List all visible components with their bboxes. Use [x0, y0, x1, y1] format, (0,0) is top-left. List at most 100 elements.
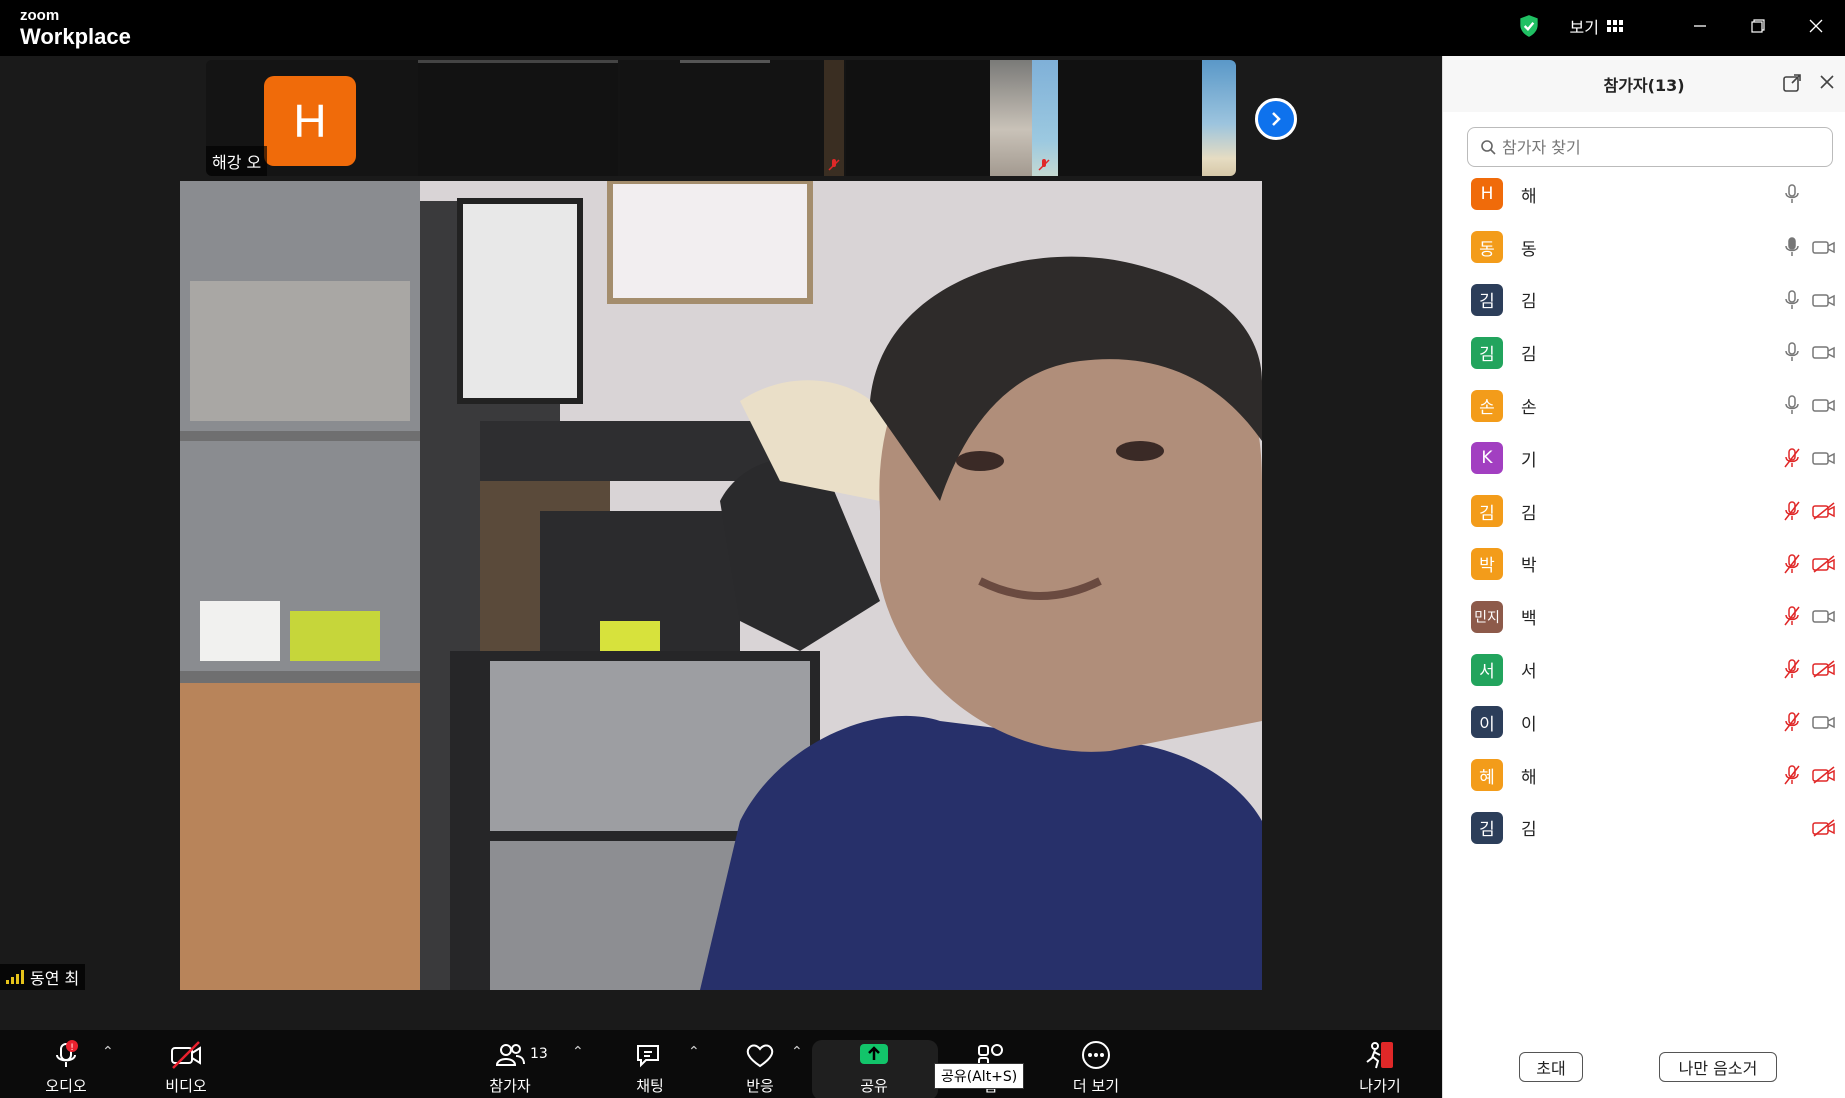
- audio-alert-badge: !: [70, 1043, 74, 1053]
- participants-button[interactable]: 참가자: [480, 1030, 540, 1098]
- microphone-icon[interactable]: [1783, 341, 1801, 363]
- muted-mic-icon[interactable]: [1783, 553, 1801, 575]
- video-off-icon[interactable]: [1812, 660, 1836, 678]
- avatar: 김: [1471, 336, 1503, 369]
- video-off-icon[interactable]: [1812, 818, 1836, 837]
- more-button[interactable]: 더 보기: [1070, 1030, 1122, 1098]
- minimize-icon: [1694, 25, 1706, 27]
- thumbnail-tile[interactable]: [824, 60, 844, 176]
- thumbnail-tile[interactable]: [418, 60, 618, 176]
- participant-row[interactable]: 김김: [1443, 802, 1845, 855]
- participant-name: 서: [1521, 662, 1537, 683]
- participant-row[interactable]: 민지 백: [1443, 590, 1845, 643]
- video-button[interactable]: 비디오: [160, 1030, 212, 1098]
- leave-button[interactable]: 나가기: [1354, 1030, 1406, 1098]
- more-icon: [1082, 1041, 1110, 1069]
- share-tooltip: 공유(Alt+S): [934, 1063, 1025, 1089]
- reactions-button[interactable]: 반응: [734, 1030, 786, 1098]
- participant-name: 김: [1521, 292, 1537, 313]
- restore-button[interactable]: [1729, 0, 1787, 52]
- next-page-button[interactable]: [1255, 98, 1297, 140]
- participant-row[interactable]: 김김: [1443, 274, 1845, 327]
- grid-view-icon: [1607, 20, 1623, 32]
- video-off-icon[interactable]: [1812, 554, 1836, 573]
- participants-options-chevron-icon[interactable]: ⌃: [572, 1044, 584, 1060]
- chat-options-chevron-icon[interactable]: ⌃: [688, 1044, 700, 1060]
- video-label: 비디오: [165, 1077, 207, 1095]
- video-camera-icon[interactable]: [1812, 291, 1836, 309]
- participant-name: 김: [1521, 345, 1537, 366]
- muted-mic-icon[interactable]: [1783, 764, 1801, 786]
- participant-row[interactable]: 김김: [1443, 326, 1845, 379]
- thumbnail-tile[interactable]: [1202, 60, 1236, 176]
- brand-small: zoom: [20, 7, 60, 24]
- audio-button[interactable]: ! 오디오: [40, 1030, 92, 1098]
- search-input[interactable]: [1502, 137, 1822, 157]
- video-camera-icon[interactable]: [1812, 713, 1836, 731]
- participant-search[interactable]: [1467, 127, 1833, 167]
- participant-row[interactable]: 손손: [1443, 379, 1845, 432]
- muted-mic-icon: [828, 159, 840, 171]
- participant-row[interactable]: 이이: [1443, 696, 1845, 749]
- video-off-icon[interactable]: [1812, 502, 1836, 520]
- avatar: 김: [1471, 811, 1503, 844]
- thumbnail-tile[interactable]: [620, 60, 820, 176]
- thumbnail-tile[interactable]: [990, 60, 1032, 176]
- avatar: 박: [1471, 547, 1503, 580]
- participant-list: H 해 동 동 김 김 김 김 손 손 K 기 김 김 박 박 민지 백 서 서 이 이 혜 해 김 김: [1443, 168, 1845, 854]
- muted-mic-icon[interactable]: [1783, 447, 1801, 469]
- microphone-icon: !: [56, 1040, 78, 1067]
- video-camera-icon[interactable]: [1812, 238, 1836, 256]
- meeting-toolbar: ! 오디오 ⌃ 비디오 참가자 13 ⌃ 채팅 ⌃ 반응 ⌃ 공유 더 보기 나…: [0, 1030, 1442, 1098]
- invite-button[interactable]: 초대: [1519, 1052, 1583, 1082]
- video-off-icon[interactable]: [1812, 766, 1836, 784]
- thumbnail-tile[interactable]: [1058, 60, 1202, 176]
- microphone-icon[interactable]: [1783, 289, 1801, 311]
- shield-check-icon[interactable]: [1516, 13, 1542, 39]
- muted-mic-icon[interactable]: [1783, 711, 1801, 733]
- participant-row[interactable]: 김김: [1443, 485, 1845, 538]
- thumbnail-tile[interactable]: H 해강 오: [206, 60, 416, 176]
- microphone-icon[interactable]: [1783, 394, 1801, 416]
- search-icon: [1481, 140, 1496, 155]
- video-camera-icon[interactable]: [1812, 343, 1836, 361]
- gallery-strip: H 해강 오: [206, 60, 1236, 176]
- chat-button[interactable]: 채팅: [624, 1030, 676, 1098]
- video-camera-icon[interactable]: [1812, 396, 1836, 414]
- video-camera-icon[interactable]: [1812, 607, 1836, 625]
- muted-mic-icon: [1038, 159, 1050, 171]
- participant-row[interactable]: 서서: [1443, 643, 1845, 696]
- reactions-options-chevron-icon[interactable]: ⌃: [791, 1044, 803, 1060]
- participant-row[interactable]: 혜해: [1443, 749, 1845, 802]
- view-button[interactable]: 보기: [1570, 14, 1623, 38]
- chat-icon: [637, 1045, 659, 1068]
- video-camera-icon[interactable]: [1812, 449, 1836, 467]
- title-bar: zoom Workplace 보기: [0, 0, 1845, 56]
- participant-row[interactable]: 박박: [1443, 538, 1845, 591]
- pop-out-icon[interactable]: [1783, 74, 1801, 92]
- thumbnail-tile[interactable]: [1032, 60, 1058, 176]
- view-label: 보기: [1569, 18, 1599, 37]
- microphone-icon[interactable]: [1783, 236, 1801, 258]
- microphone-icon[interactable]: [1783, 183, 1801, 205]
- participant-name: 해: [1521, 186, 1537, 207]
- muted-mic-icon[interactable]: [1783, 658, 1801, 680]
- brand-large: Workplace: [20, 24, 131, 49]
- participant-row[interactable]: 동동: [1443, 221, 1845, 274]
- thumbnail-tile[interactable]: [846, 60, 992, 176]
- minimize-button[interactable]: [1671, 0, 1729, 52]
- panel-header: 참가자(13): [1443, 56, 1845, 112]
- participant-row[interactable]: H해: [1443, 168, 1845, 221]
- muted-mic-icon[interactable]: [1783, 500, 1801, 522]
- close-window-button[interactable]: [1787, 0, 1845, 52]
- participants-icon: [495, 1044, 525, 1066]
- app-logo: zoom Workplace: [20, 8, 131, 48]
- mute-me-button[interactable]: 나만 음소거: [1659, 1052, 1777, 1082]
- audio-options-chevron-icon[interactable]: ⌃: [102, 1044, 114, 1060]
- share-button[interactable]: 공유: [848, 1030, 900, 1098]
- muted-mic-icon[interactable]: [1783, 605, 1801, 627]
- participant-row[interactable]: K기: [1443, 432, 1845, 485]
- participant-name-label: 해강 오: [206, 146, 268, 176]
- video-off-icon: [171, 1041, 201, 1069]
- close-panel-icon[interactable]: [1819, 74, 1835, 90]
